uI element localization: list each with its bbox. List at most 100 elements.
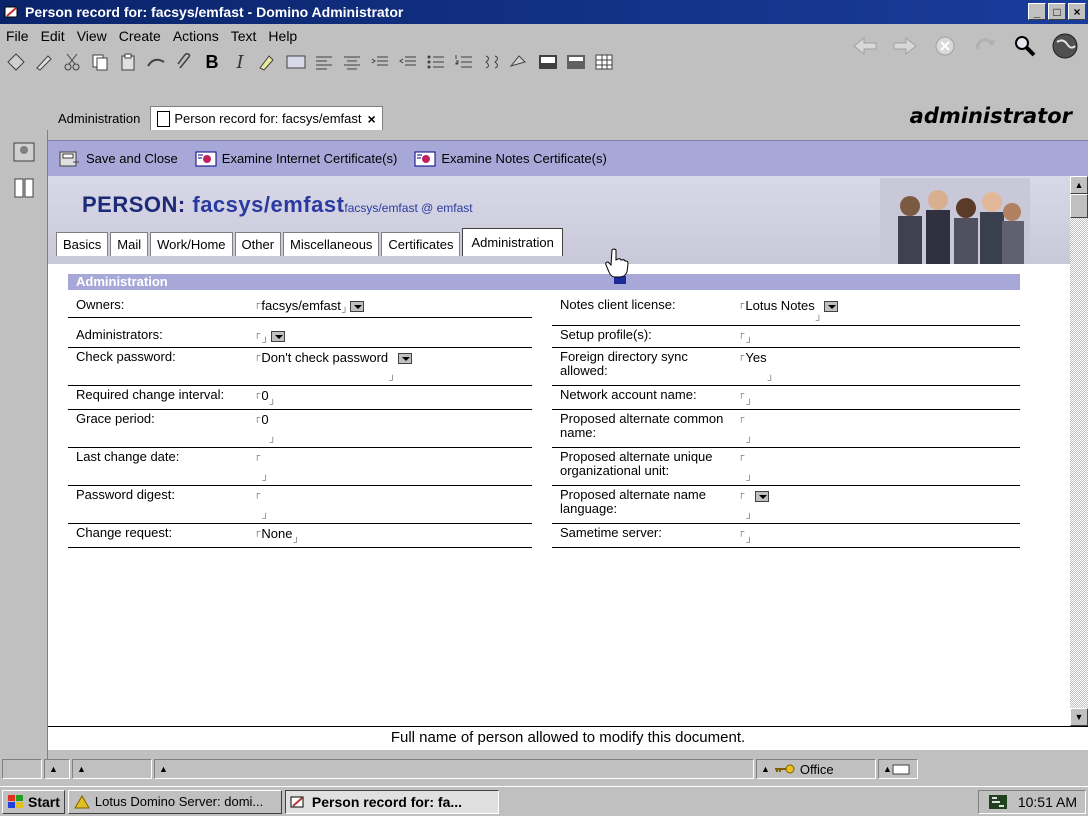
attach-icon[interactable] xyxy=(172,50,196,74)
menu-help[interactable]: Help xyxy=(262,28,303,44)
minimize-button[interactable]: _ xyxy=(1028,3,1046,20)
field-value[interactable]: ┌ ┘ xyxy=(738,448,1020,485)
clock: 10:51 AM xyxy=(1017,794,1077,810)
taskbar-person-label: Person record for: fa... xyxy=(311,793,463,810)
field-value[interactable]: ┌ ┘ xyxy=(738,326,1020,347)
field-value[interactable]: ┌ ┘ xyxy=(254,448,532,485)
field-value[interactable]: ┌ ┘ xyxy=(738,386,1020,409)
highlight-icon[interactable] xyxy=(256,50,280,74)
menu-text[interactable]: Text xyxy=(225,28,263,44)
field-value[interactable]: ┌ 0 ┘ xyxy=(254,410,532,447)
close-window-button[interactable]: × xyxy=(1068,3,1086,20)
doctab-other[interactable]: Other xyxy=(234,232,282,256)
hand-cursor-icon xyxy=(605,248,629,278)
hotspot-icon[interactable] xyxy=(508,50,532,74)
field-value-text: 0 xyxy=(261,388,269,403)
styles-icon[interactable] xyxy=(480,50,504,74)
dropdown-arrow-icon[interactable] xyxy=(397,353,412,364)
align-left-icon[interactable] xyxy=(312,50,336,74)
scroll-down-button[interactable]: ▼ xyxy=(1070,708,1088,726)
field-value[interactable]: ┌ facsys/emfast ┘ xyxy=(254,296,532,317)
doctab-administration[interactable]: Administration xyxy=(462,228,563,256)
status-up-icon[interactable]: ▲ xyxy=(44,759,70,779)
calculator-icon[interactable] xyxy=(564,50,588,74)
doctab-miscellaneous[interactable]: Miscellaneous xyxy=(283,232,380,256)
maximize-button[interactable]: □ xyxy=(1048,3,1066,20)
tab-administration[interactable]: Administration xyxy=(48,106,150,130)
outdent-icon[interactable] xyxy=(396,50,420,74)
field-value[interactable]: ┌ ┘ xyxy=(738,410,1020,447)
location-panel[interactable]: ▲ Office xyxy=(756,759,876,779)
admin-bookmark-icon[interactable] xyxy=(10,138,38,166)
field-value[interactable]: ┌ ┘ xyxy=(738,524,1020,547)
status-message-panel[interactable]: ▲ xyxy=(154,759,754,779)
save-and-close-button[interactable]: Save and Close xyxy=(58,149,178,169)
search-icon[interactable] xyxy=(1010,31,1040,61)
domino-app-icon[interactable] xyxy=(3,3,21,21)
field-value[interactable]: ┌ ┘ xyxy=(738,486,1020,523)
dropdown-arrow-icon[interactable] xyxy=(824,301,839,312)
globe-icon[interactable] xyxy=(1050,31,1080,61)
dropdown-arrow-icon[interactable] xyxy=(270,331,285,342)
examine-internet-certificate-button[interactable]: Examine Internet Certificate(s) xyxy=(194,149,397,169)
doctab-basics[interactable]: Basics xyxy=(56,232,109,256)
field-value[interactable]: ┌ Yes ┘ xyxy=(738,348,1020,385)
stop-icon[interactable] xyxy=(930,31,960,61)
refresh-icon[interactable] xyxy=(970,31,1000,61)
bold-button[interactable]: B xyxy=(200,50,224,74)
menu-create[interactable]: Create xyxy=(113,28,167,44)
doctab-work-home[interactable]: Work/Home xyxy=(150,232,233,256)
field-value-text: Yes xyxy=(745,350,767,365)
field-bracket-open: ┌ xyxy=(254,412,261,422)
start-button[interactable]: Start xyxy=(2,789,65,814)
paste-icon[interactable] xyxy=(116,50,140,74)
smarticons-icon[interactable] xyxy=(4,50,28,74)
field-value[interactable]: ┌ ┘ xyxy=(254,486,532,523)
notes-tray-icon[interactable] xyxy=(988,794,1008,810)
vertical-scrollbar[interactable]: ▲ ▼ xyxy=(1070,176,1088,726)
align-center-icon[interactable] xyxy=(340,50,364,74)
dropdown-arrow-icon[interactable] xyxy=(350,301,365,312)
menu-actions[interactable]: Actions xyxy=(167,28,225,44)
copy-link-icon[interactable] xyxy=(144,50,168,74)
field-value[interactable]: ┌ ┘ xyxy=(254,326,532,347)
status-font-panel[interactable]: ▲ xyxy=(72,759,152,779)
copy-icon[interactable] xyxy=(88,50,112,74)
current-user: administrator xyxy=(909,104,1072,128)
numbered-list-icon[interactable] xyxy=(452,50,476,74)
doctab-mail[interactable]: Mail xyxy=(110,232,149,256)
italic-button[interactable]: I xyxy=(228,50,252,74)
field-value[interactable]: ┌ None ┘ xyxy=(254,524,532,547)
forward-arrow-icon[interactable] xyxy=(890,31,920,61)
window-title: Person record for: facsys/emfast - Domin… xyxy=(25,4,404,20)
field-value[interactable]: ┌ 0 ┘ xyxy=(254,386,532,409)
field-value-text: facsys/emfast xyxy=(261,298,341,313)
taskbar-domino-server[interactable]: Lotus Domino Server: domi... xyxy=(67,789,282,814)
field-value[interactable]: ┌ Don't check password ┘ xyxy=(254,348,532,385)
tab-person-record[interactable]: Person record for: facsys/emfast × xyxy=(150,106,383,130)
cut-icon[interactable] xyxy=(60,50,84,74)
field-label: Required change interval: xyxy=(76,387,225,402)
examine-notes-certificate-button[interactable]: Examine Notes Certificate(s) xyxy=(413,149,607,169)
bullet-list-icon[interactable] xyxy=(424,50,448,74)
dropdown-arrow-icon[interactable] xyxy=(754,491,769,502)
back-arrow-icon[interactable] xyxy=(850,31,880,61)
indent-icon[interactable] xyxy=(368,50,392,74)
text-properties-icon[interactable] xyxy=(284,50,308,74)
menu-edit[interactable]: Edit xyxy=(35,28,71,44)
field-value[interactable]: ┌ Lotus Notes ┘ xyxy=(738,296,1020,325)
scroll-thumb[interactable] xyxy=(1070,194,1088,218)
close-tab-icon[interactable]: × xyxy=(368,111,376,127)
edit-document-icon[interactable] xyxy=(32,50,56,74)
table-icon[interactable] xyxy=(592,50,616,74)
section-header: Administration xyxy=(68,274,1020,290)
doctab-certificates[interactable]: Certificates xyxy=(381,232,461,256)
scroll-up-button[interactable]: ▲ xyxy=(1070,176,1088,194)
database-bookmark-icon[interactable] xyxy=(10,174,38,202)
menu-file[interactable]: File xyxy=(0,28,35,44)
spell-check-icon[interactable] xyxy=(536,50,560,74)
menu-view[interactable]: View xyxy=(71,28,113,44)
mail-status-panel[interactable]: ▲ xyxy=(878,759,918,779)
field-bracket-open: ┌ xyxy=(254,298,261,308)
taskbar-person-record[interactable]: Person record for: fa... xyxy=(284,789,499,814)
